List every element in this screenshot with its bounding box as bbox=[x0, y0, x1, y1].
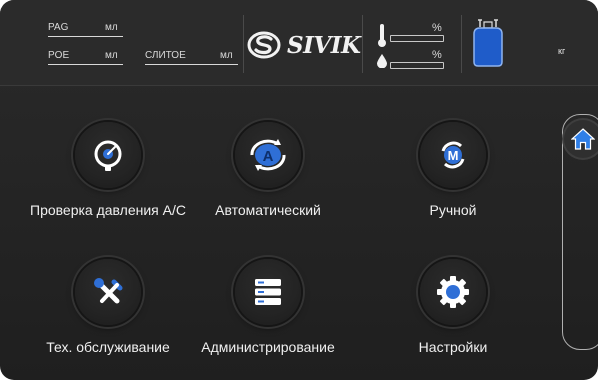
gear-icon bbox=[437, 276, 469, 308]
brand-mark-icon bbox=[247, 31, 281, 59]
separator-3 bbox=[461, 15, 462, 73]
manual-mode-circle: M bbox=[420, 122, 486, 188]
pag-level-line bbox=[48, 36, 123, 37]
svg-text:A: A bbox=[263, 148, 274, 165]
server-list-icon bbox=[255, 279, 281, 305]
manual-m-icon: M bbox=[441, 141, 465, 169]
settings-button[interactable]: Настройки bbox=[358, 259, 548, 369]
pag-label: PAG bbox=[48, 22, 69, 33]
app-screen: PAG мл POE мл СЛИТОЕ мл SIVIK % % кг Про… bbox=[0, 0, 598, 380]
automatic-mode-circle: A bbox=[235, 122, 301, 188]
auto-cycle-icon: A bbox=[250, 139, 286, 171]
gauge-icon bbox=[94, 140, 122, 171]
home-button[interactable] bbox=[564, 120, 598, 158]
svg-text:M: M bbox=[448, 148, 459, 163]
administration-circle bbox=[235, 259, 301, 325]
brand-name: SIVIK bbox=[287, 32, 361, 59]
drain-label: СЛИТОЕ bbox=[145, 50, 186, 61]
thermometer-icon bbox=[378, 24, 386, 47]
service-circle bbox=[75, 259, 141, 325]
poe-unit: мл bbox=[105, 50, 118, 61]
poe-meter: POE мл bbox=[48, 50, 138, 65]
tank-weight-unit: кг bbox=[558, 46, 566, 56]
pag-meter: PAG мл bbox=[48, 22, 123, 37]
pressure-check-circle bbox=[75, 122, 141, 188]
administration-button[interactable]: Администрирование bbox=[173, 259, 363, 369]
manual-mode-label: Ручной bbox=[429, 202, 477, 218]
manual-mode-button[interactable]: M Ручной bbox=[358, 122, 548, 232]
administration-label: Администрирование bbox=[201, 339, 335, 355]
refrigerant-tank-icon bbox=[473, 19, 503, 67]
lower-percent: % bbox=[432, 49, 442, 61]
automatic-mode-label: Автоматический bbox=[215, 202, 321, 218]
sivik-logo: SIVIK bbox=[247, 30, 362, 60]
pag-unit: мл bbox=[105, 22, 118, 33]
automatic-mode-button[interactable]: A Автоматический bbox=[173, 122, 363, 232]
drain-meter: СЛИТОЕ мл bbox=[145, 50, 238, 65]
wrench-icon bbox=[94, 278, 123, 304]
settings-label: Настройки bbox=[418, 339, 488, 355]
separator-2 bbox=[362, 15, 363, 73]
upper-percent-bar bbox=[390, 35, 444, 42]
drop-icon bbox=[377, 54, 387, 68]
drain-level-line bbox=[145, 64, 238, 65]
drain-unit: мл bbox=[220, 50, 233, 61]
separator-1 bbox=[243, 15, 244, 73]
home-icon bbox=[571, 128, 595, 150]
settings-circle bbox=[420, 259, 486, 325]
poe-label: POE bbox=[48, 50, 70, 61]
upper-percent: % bbox=[432, 22, 442, 34]
status-bar: PAG мл POE мл СЛИТОЕ мл SIVIK % % кг bbox=[0, 0, 598, 86]
poe-level-line bbox=[48, 64, 123, 65]
lower-percent-bar bbox=[390, 62, 444, 69]
